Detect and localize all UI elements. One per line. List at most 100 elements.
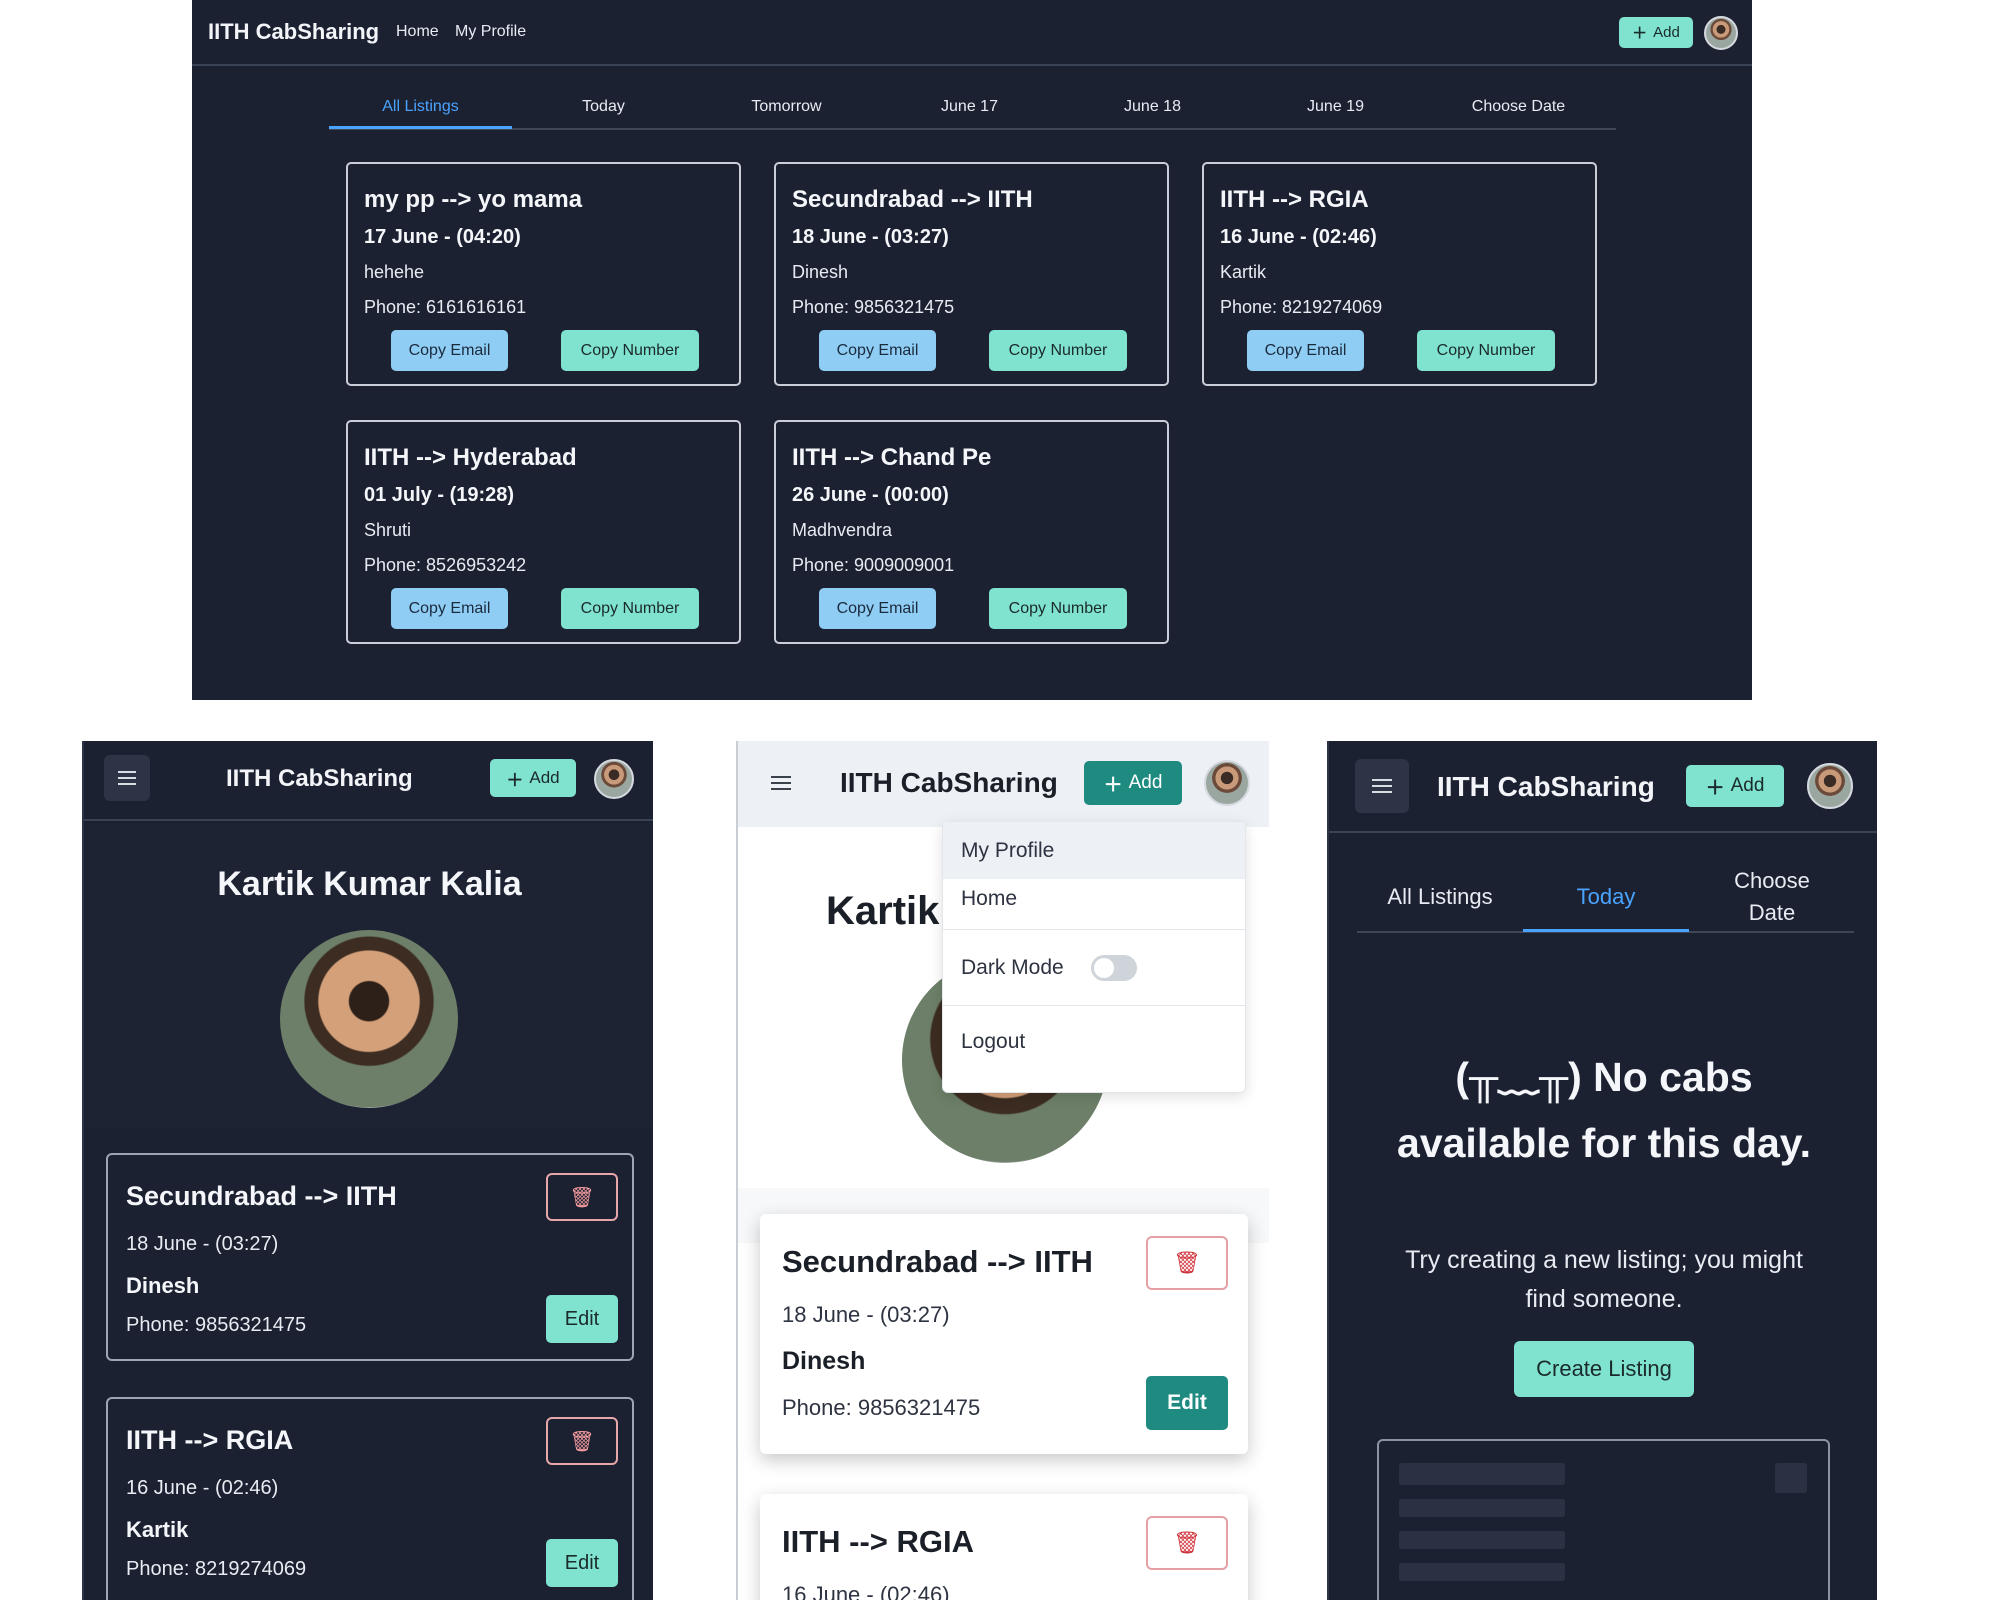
copy-email-button[interactable]: Copy Email: [391, 330, 508, 371]
listing-card: IITH --> Hyderabad 01 July - (19:28) Shr…: [346, 420, 741, 644]
listing-phone: Phone: 9009009001: [792, 555, 955, 575]
date-filter-tabs: All Listings Today Tomorrow June 17 June…: [329, 88, 1616, 130]
my-listing-card: Secundrabad --> IITH 18 June - (03:27) D…: [106, 1153, 634, 1361]
add-listing-button[interactable]: ＋ Add: [1686, 765, 1784, 807]
listing-card: Secundrabad --> IITH 18 June - (03:27) D…: [774, 162, 1169, 386]
copy-email-button[interactable]: Copy Email: [819, 330, 936, 371]
listing-card: IITH --> RGIA 16 June - (02:46) Kartik P…: [1202, 162, 1597, 386]
trash-icon: 🗑: [569, 1430, 595, 1453]
listing-datetime: 16 June - (02:46): [1220, 226, 1377, 248]
copy-number-button[interactable]: Copy Number: [561, 588, 699, 629]
add-listing-button[interactable]: ＋ Add: [490, 759, 576, 797]
listing-route: IITH --> Hyderabad: [364, 444, 577, 471]
copy-email-button[interactable]: Copy Email: [391, 588, 508, 629]
edit-listing-button[interactable]: Edit: [1146, 1376, 1228, 1430]
listing-owner: Dinesh: [126, 1273, 200, 1298]
tab-all-listings[interactable]: All Listings: [329, 98, 512, 116]
edit-listing-button[interactable]: Edit: [546, 1539, 618, 1587]
profile-user-name: Kartik Kumar Kalia: [217, 865, 522, 903]
listing-datetime: 26 June - (00:00): [792, 484, 949, 506]
nav-home-link[interactable]: Home: [396, 23, 439, 41]
trash-icon: 🗑: [1173, 1250, 1201, 1275]
add-listing-button[interactable]: ＋ Add: [1084, 761, 1182, 805]
copy-number-button[interactable]: Copy Number: [989, 588, 1127, 629]
listing-route: Secundrabad --> IITH: [126, 1181, 397, 1211]
menu-item-home[interactable]: Home: [943, 879, 1245, 924]
skeleton-line: [1399, 1563, 1565, 1581]
brand-logo[interactable]: IITH CabSharing: [840, 767, 1058, 799]
tab-june-19[interactable]: June 19: [1244, 98, 1427, 116]
brand-logo[interactable]: IITH CabSharing: [1437, 771, 1655, 803]
listing-card: my pp --> yo mama 17 June - (04:20) hehe…: [346, 162, 741, 386]
listing-phone: Phone: 6161616161: [364, 297, 527, 317]
listing-datetime: 17 June - (04:20): [364, 226, 521, 248]
copy-number-button[interactable]: Copy Number: [989, 330, 1127, 371]
delete-listing-button[interactable]: 🗑: [1146, 1236, 1228, 1290]
brand-logo[interactable]: IITH CabSharing: [226, 765, 413, 793]
listing-datetime: 01 July - (19:28): [364, 484, 515, 506]
tab-choose-date[interactable]: Choose Date: [1689, 861, 1855, 933]
delete-listing-button[interactable]: 🗑: [546, 1173, 618, 1221]
plus-icon: ＋: [1103, 774, 1123, 796]
listing-owner: hehehe: [364, 262, 425, 282]
mobile-today-empty-screen: IITH CabSharing ＋ Add All Listings Today…: [1327, 741, 1877, 1600]
plus-icon: ＋: [506, 770, 524, 790]
copy-email-button[interactable]: Copy Email: [819, 588, 936, 629]
listing-owner: Kartik: [126, 1517, 189, 1542]
mobile-header: IITH CabSharing ＋ Add: [84, 741, 653, 821]
top-navbar: IITH CabSharing Home My Profile ＋ Add: [192, 0, 1752, 66]
user-avatar[interactable]: [1204, 760, 1250, 806]
tab-choose-date[interactable]: Choose Date: [1427, 98, 1610, 116]
create-listing-button[interactable]: Create Listing: [1514, 1341, 1694, 1397]
nav-my-profile-link[interactable]: My Profile: [455, 23, 526, 41]
add-listing-button[interactable]: ＋ Add: [1619, 17, 1693, 48]
dark-mode-toggle[interactable]: [1091, 955, 1137, 981]
hamburger-icon[interactable]: [766, 768, 796, 798]
trash-icon: 🗑: [1173, 1530, 1201, 1555]
toggle-knob: [1094, 958, 1114, 978]
listing-datetime: 18 June - (03:27): [126, 1233, 279, 1255]
menu-item-my-profile[interactable]: My Profile: [943, 822, 1245, 879]
profile-dropdown-menu: My Profile Home Dark Mode Logout: [942, 821, 1246, 1093]
profile-user-name: Kartik: [826, 889, 940, 933]
listing-owner: Dinesh: [792, 262, 849, 282]
listing-datetime: 16 June - (02:46): [126, 1477, 279, 1499]
tab-tomorrow[interactable]: Tomorrow: [695, 98, 878, 116]
menu-divider: [943, 1005, 1245, 1006]
listing-datetime: 18 June - (03:27): [782, 1302, 950, 1327]
user-avatar[interactable]: [1807, 763, 1853, 809]
tab-june-17[interactable]: June 17: [878, 98, 1061, 116]
mobile-profile-light-screen: IITH CabSharing ＋ Add Kartik My Profile …: [736, 741, 1269, 1600]
copy-number-button[interactable]: Copy Number: [561, 330, 699, 371]
listing-phone: Phone: 8219274069: [126, 1558, 307, 1580]
user-avatar[interactable]: [594, 759, 634, 799]
skeleton-line: [1399, 1499, 1565, 1517]
skeleton-line: [1399, 1531, 1565, 1549]
copy-email-button[interactable]: Copy Email: [1247, 330, 1364, 371]
add-button-label: Add: [1730, 775, 1765, 796]
brand-logo[interactable]: IITH CabSharing: [208, 19, 379, 45]
add-button-label: Add: [1653, 24, 1680, 41]
hamburger-icon[interactable]: [1355, 759, 1409, 813]
plus-icon: ＋: [1705, 777, 1725, 799]
profile-header: Kartik Kumar Kalia: [84, 823, 653, 1127]
delete-listing-button[interactable]: 🗑: [1146, 1516, 1228, 1570]
listing-datetime: 16 June - (02:46): [782, 1582, 950, 1600]
delete-listing-button[interactable]: 🗑: [546, 1417, 618, 1465]
tab-all-listings[interactable]: All Listings: [1357, 861, 1523, 933]
profile-photo: [280, 930, 458, 1108]
edit-listing-button[interactable]: Edit: [546, 1295, 618, 1343]
tab-today[interactable]: Today: [1523, 861, 1689, 933]
copy-number-button[interactable]: Copy Number: [1417, 330, 1555, 371]
hamburger-icon[interactable]: [104, 755, 150, 801]
listing-owner: Madhvendra: [792, 520, 893, 540]
mobile-header: IITH CabSharing ＋ Add: [1329, 741, 1877, 833]
mobile-header: IITH CabSharing ＋ Add: [738, 741, 1269, 827]
mobile-profile-dark-screen: IITH CabSharing ＋ Add Kartik Kumar Kalia…: [82, 741, 653, 1600]
tab-today[interactable]: Today: [512, 98, 695, 116]
skeleton-button: [1775, 1463, 1807, 1493]
menu-item-logout[interactable]: Logout: [943, 1012, 1245, 1072]
user-avatar[interactable]: [1704, 16, 1738, 50]
tab-june-18[interactable]: June 18: [1061, 98, 1244, 116]
plus-icon: ＋: [1632, 25, 1648, 42]
